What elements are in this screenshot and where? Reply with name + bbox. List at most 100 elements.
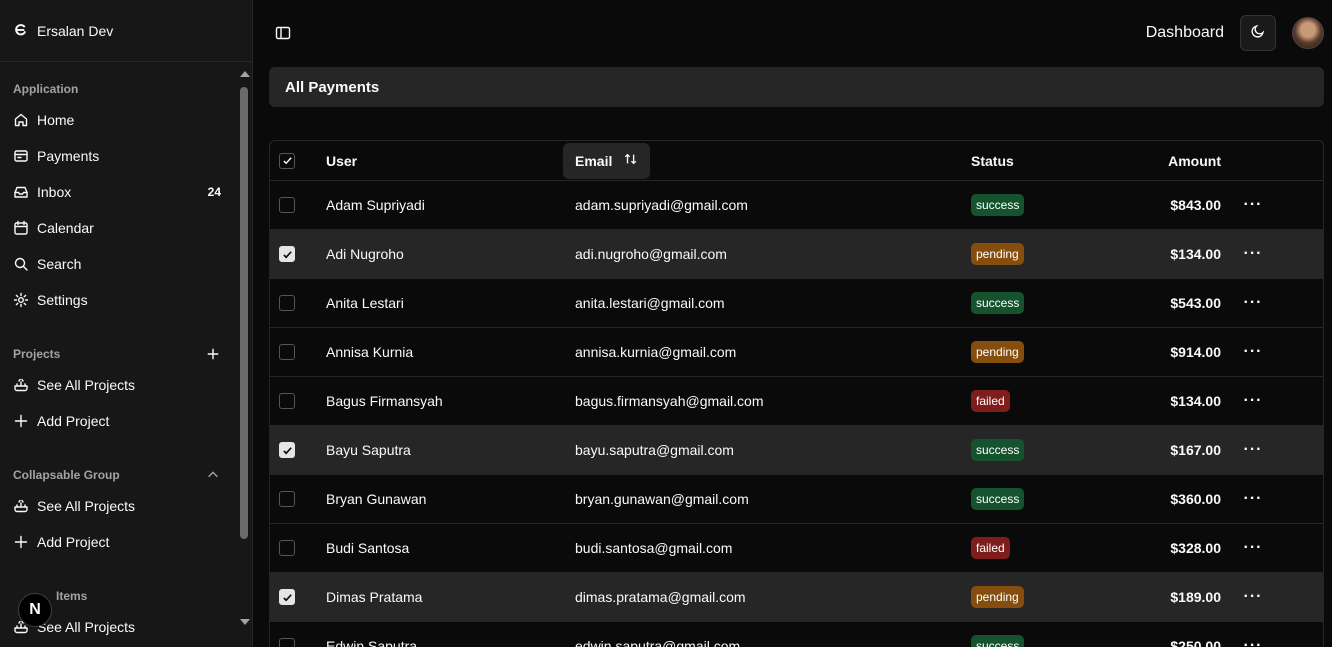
sidebar-item-calendar[interactable]: Calendar [0,210,237,246]
row-actions-icon[interactable]: ··· [1244,490,1263,508]
table-row[interactable]: Bagus Firmansyah bagus.firmansyah@gmail.c… [270,377,1323,426]
sidebar-item-home[interactable]: Home [0,102,237,138]
column-header-email: Email [575,152,613,169]
status-badge: success [971,194,1025,216]
brand-name: Ersalan Dev [37,22,114,39]
table-row[interactable]: Bryan Gunawan bryan.gunawan@gmail.com succ… [270,475,1323,524]
row-checkbox[interactable] [279,197,295,213]
scroll-up-arrow-icon[interactable] [240,71,250,77]
inbox-count-badge: 24 [207,185,221,199]
page-title: All Payments [285,78,380,96]
row-actions-icon[interactable]: ··· [1244,441,1263,459]
sidebar-item-label: Add Project [37,413,110,429]
settings-icon [13,292,29,308]
sort-arrows-icon [624,152,638,169]
status-badge: success [971,292,1025,314]
sidebar-item-label: Inbox [37,184,72,200]
table-row[interactable]: Anita Lestari anita.lestari@gmail.com succ… [270,279,1323,328]
cell-amount: $328.00 [1170,540,1221,556]
row-actions-icon[interactable]: ··· [1244,343,1263,361]
home-icon [13,112,29,128]
payments-icon [13,148,29,164]
group-label-projects: Projects [0,345,237,363]
table-row[interactable]: Adam Supriyadi adam.supriyadi@gmail.com su… [270,181,1323,230]
row-actions-icon[interactable]: ··· [1244,539,1263,557]
column-header-amount: Amount [1168,152,1221,169]
cell-amount: $914.00 [1170,344,1221,360]
sidebar-item-label: Add Project [37,534,110,550]
status-badge: success [971,635,1025,647]
table-row[interactable]: Budi Santosa budi.santosa@gmail.com failed… [270,524,1323,573]
row-checkbox[interactable] [279,295,295,311]
sidebar-scrollbar[interactable] [237,63,252,647]
status-badge: success [971,488,1025,510]
sidebar-item-see-all-projects[interactable]: See All Projects [0,488,237,524]
sidebar-item-add-project[interactable]: Add Project [0,403,237,439]
row-checkbox[interactable] [279,491,295,507]
sidebar-item-see-all-projects[interactable]: See All Projects [0,367,237,403]
cell-user: Bryan Gunawan [326,491,427,507]
table-row[interactable]: Edwin Saputra edwin.saputra@gmail.com succ… [270,622,1323,647]
sidebar-item-settings[interactable]: Settings [0,282,237,318]
group-label-collapsable[interactable]: Collapsable Group [0,466,237,484]
cell-email: bagus.firmansyah@gmail.com [575,393,764,409]
row-checkbox[interactable] [279,638,295,647]
row-checkbox[interactable] [279,344,295,360]
row-actions-icon[interactable]: ··· [1244,588,1263,606]
table-row[interactable]: Dimas Pratama dimas.pratama@gmail.com pend… [270,573,1323,622]
cell-user: Bagus Firmansyah [326,393,443,409]
app-root: Ersalan Dev Application Home Payments Inbo… [0,0,1332,647]
theme-toggle-button[interactable] [1240,15,1276,51]
cell-email: bayu.saputra@gmail.com [575,442,734,458]
sidebar-toggle-icon[interactable] [275,25,291,41]
column-header-user: User [326,152,358,169]
table-row[interactable]: Annisa Kurnia annisa.kurnia@gmail.com pend… [270,328,1323,377]
scroll-down-arrow-icon[interactable] [240,619,250,625]
select-all-checkbox[interactable] [279,152,295,169]
cell-user: Bayu Saputra [326,442,411,458]
projects-icon [13,377,29,393]
row-actions-icon[interactable]: ··· [1244,196,1263,214]
moon-icon [1250,23,1266,44]
sidebar-item-inbox[interactable]: Inbox 24 [0,174,237,210]
cell-amount: $543.00 [1170,295,1221,311]
table-row[interactable]: Bayu Saputra bayu.saputra@gmail.com succes… [270,426,1323,475]
cell-amount: $189.00 [1170,589,1221,605]
sidebar-item-payments[interactable]: Payments [0,138,237,174]
scrollbar-thumb[interactable] [240,87,248,539]
status-badge: failed [971,537,1010,559]
email-sort-button[interactable]: Email [563,142,651,179]
row-actions-icon[interactable]: ··· [1244,245,1263,263]
row-checkbox[interactable] [279,540,295,556]
status-badge: pending [971,243,1024,265]
status-badge: failed [971,390,1010,412]
cell-user: Edwin Saputra [326,638,418,647]
row-actions-icon[interactable]: ··· [1244,637,1263,647]
column-header-status: Status [971,152,1014,169]
row-checkbox[interactable] [279,442,295,458]
nextjs-devtools-badge[interactable]: N [18,593,52,627]
sidebar-item-search[interactable]: Search [0,246,237,282]
sidebar-item-add-project[interactable]: Add Project [0,524,237,560]
row-checkbox[interactable] [279,589,295,605]
brand-logo-icon [13,22,28,40]
cell-email: dimas.pratama@gmail.com [575,589,746,605]
add-project-plus-icon[interactable] [205,346,221,362]
row-actions-icon[interactable]: ··· [1244,294,1263,312]
projects-icon [13,498,29,514]
row-checkbox[interactable] [279,246,295,262]
avatar[interactable] [1292,17,1324,49]
cell-email: adam.supriyadi@gmail.com [575,197,748,213]
cell-email: adi.nugroho@gmail.com [575,246,727,262]
sidebar-brand[interactable]: Ersalan Dev [0,0,252,62]
sidebar: Ersalan Dev Application Home Payments Inbo… [0,0,253,647]
row-checkbox[interactable] [279,393,295,409]
chevron-up-icon[interactable] [205,467,221,483]
table-row[interactable]: Adi Nugroho adi.nugroho@gmail.com pending $… [270,230,1323,279]
cell-user: Budi Santosa [326,540,410,556]
dashboard-link[interactable]: Dashboard [1146,24,1224,42]
sidebar-item-label: Search [37,256,82,272]
row-actions-icon[interactable]: ··· [1244,392,1263,410]
status-badge: success [971,439,1025,461]
cell-amount: $843.00 [1170,197,1221,213]
